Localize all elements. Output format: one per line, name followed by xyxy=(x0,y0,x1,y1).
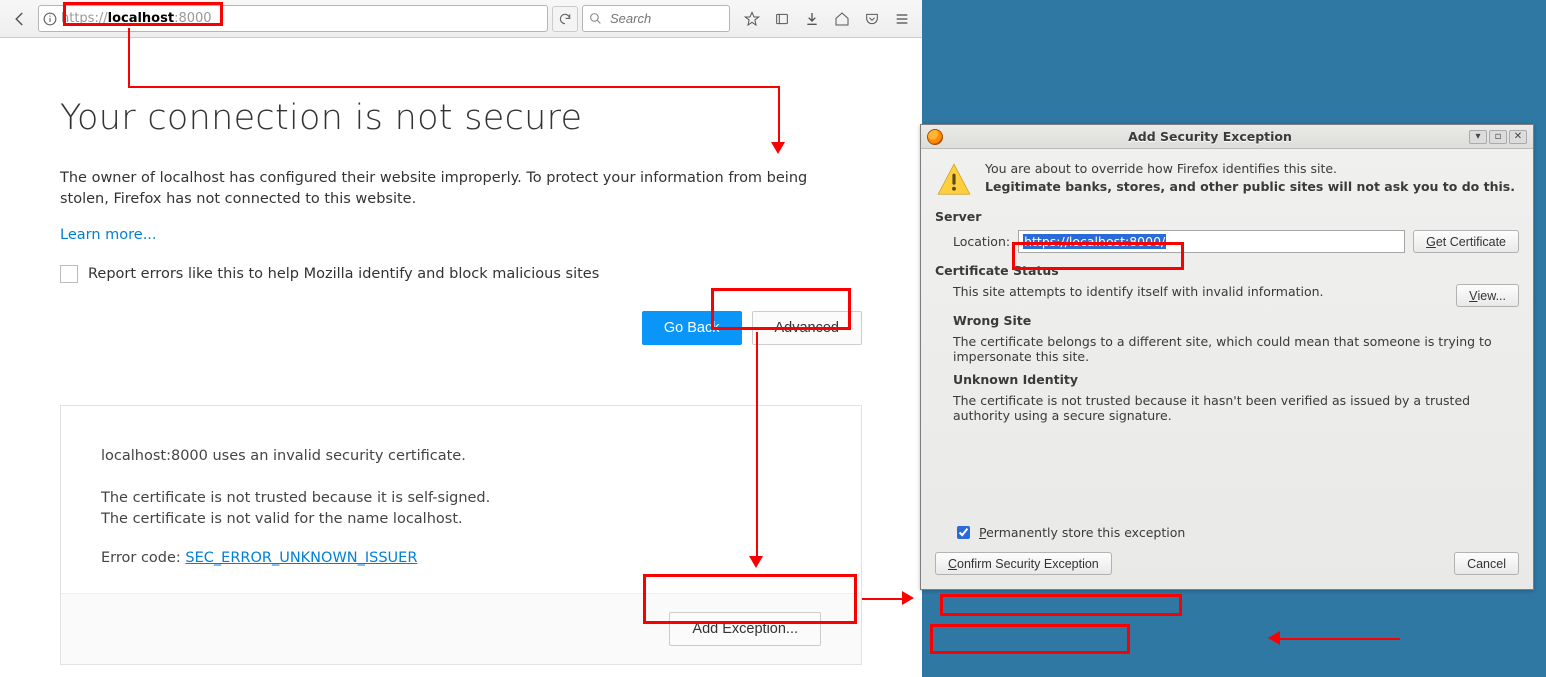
server-heading: Server xyxy=(935,209,1519,224)
add-exception-button[interactable]: Add Exception... xyxy=(669,612,821,646)
confirm-exception-button[interactable]: Confirm Security Exception xyxy=(935,552,1112,575)
unknown-identity-heading: Unknown Identity xyxy=(935,372,1519,387)
unknown-identity-text: The certificate is not trusted because i… xyxy=(935,393,1519,423)
go-back-button[interactable]: Go Back xyxy=(642,311,742,345)
search-icon xyxy=(589,12,602,25)
permanent-store-label: Permanently store this exception xyxy=(979,525,1185,540)
error-code-link[interactable]: SEC_ERROR_UNKNOWN_ISSUER xyxy=(185,550,417,566)
warning-icon xyxy=(935,161,973,199)
url-text: https://localhost:8000 xyxy=(61,11,212,26)
home-icon[interactable] xyxy=(828,5,856,33)
search-box[interactable] xyxy=(582,5,730,32)
wrong-site-heading: Wrong Site xyxy=(935,313,1519,328)
maximize-button[interactable]: ▫ xyxy=(1489,130,1507,144)
cancel-button[interactable]: Cancel xyxy=(1454,552,1519,575)
page-title: Your connection is not secure xyxy=(60,98,862,138)
url-bar[interactable]: https://localhost:8000 xyxy=(38,5,548,32)
advanced-button[interactable]: Advanced xyxy=(752,311,863,345)
override-warning-text: You are about to override how Firefox id… xyxy=(985,161,1519,176)
learn-more-link[interactable]: Learn more... xyxy=(60,227,157,243)
dialog-title: Add Security Exception xyxy=(951,129,1469,144)
location-value: https://localhost:8000/ xyxy=(1023,234,1166,249)
get-certificate-button[interactable]: Get Certificate xyxy=(1413,230,1519,253)
override-warning-bold: Legitimate banks, stores, and other publ… xyxy=(985,179,1519,194)
menu-icon[interactable] xyxy=(888,5,916,33)
library-icon[interactable] xyxy=(768,5,796,33)
minimize-button[interactable]: ▾ xyxy=(1469,130,1487,144)
view-button[interactable]: View... xyxy=(1456,284,1519,307)
error-line-1: localhost:8000 uses an invalid security … xyxy=(101,446,821,467)
browser-toolbar: https://localhost:8000 xyxy=(0,0,922,38)
warning-paragraph: The owner of localhost has configured th… xyxy=(60,168,860,210)
report-errors-label: Report errors like this to help Mozilla … xyxy=(88,266,599,282)
security-exception-dialog: Add Security Exception ▾ ▫ ✕ You are abo… xyxy=(920,124,1534,590)
error-code-label: Error code: xyxy=(101,550,185,566)
back-button[interactable] xyxy=(6,5,34,33)
pocket-icon[interactable] xyxy=(858,5,886,33)
info-icon[interactable] xyxy=(43,12,57,26)
error-detail-box: localhost:8000 uses an invalid security … xyxy=(60,405,862,665)
bookmark-star-icon[interactable] xyxy=(738,5,766,33)
error-line-2: The certificate is not trusted because i… xyxy=(101,488,821,509)
location-input[interactable]: https://localhost:8000/ xyxy=(1018,230,1405,253)
cert-status-heading: Certificate Status xyxy=(935,263,1519,278)
permanent-store-checkbox[interactable] xyxy=(957,526,970,539)
cert-status-text: This site attempts to identify itself wi… xyxy=(953,284,1446,299)
location-label: Location: xyxy=(953,234,1010,249)
reload-button[interactable] xyxy=(552,6,578,32)
wrong-site-text: The certificate belongs to a different s… xyxy=(935,334,1519,364)
report-errors-checkbox[interactable] xyxy=(60,265,78,283)
close-button[interactable]: ✕ xyxy=(1509,130,1527,144)
firefox-icon xyxy=(927,129,943,145)
downloads-icon[interactable] xyxy=(798,5,826,33)
error-line-3: The certificate is not valid for the nam… xyxy=(101,509,821,530)
